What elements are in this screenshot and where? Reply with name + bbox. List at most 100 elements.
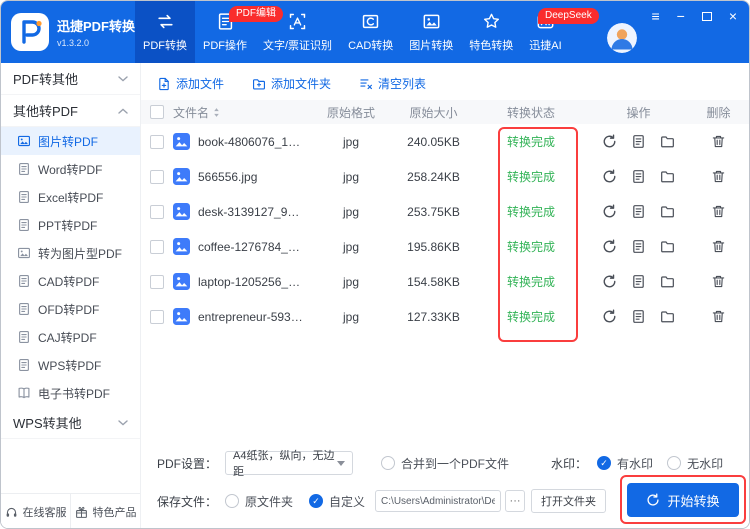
delete-icon[interactable]: [711, 169, 726, 184]
sidebar-item-to-image-pdf[interactable]: 转为图片型PDF: [1, 239, 140, 267]
convert-again-icon[interactable]: [602, 239, 617, 254]
sidebar-item-excel-to-pdf[interactable]: Excel转PDF: [1, 183, 140, 211]
tab-cad-convert[interactable]: CAD转换: [340, 1, 401, 63]
item-label: OFD转PDF: [38, 301, 99, 318]
sidebar-item-cad-to-pdf[interactable]: CAD转PDF: [1, 267, 140, 295]
select-all-checkbox[interactable]: [150, 105, 164, 119]
sidebar-item-ebook-to-pdf[interactable]: 电子书转PDF: [1, 379, 140, 407]
convert-again-icon[interactable]: [602, 134, 617, 149]
menu-icon[interactable]: ≡: [651, 9, 659, 23]
col-operation: 操作: [591, 104, 686, 121]
view-file-icon[interactable]: [631, 169, 646, 184]
row-checkbox[interactable]: [150, 310, 164, 324]
delete-icon[interactable]: [711, 309, 726, 324]
save-path-input[interactable]: [375, 490, 501, 512]
convert-again-icon[interactable]: [602, 274, 617, 289]
pdf-settings-row: PDF设置： A4纸张，纵向，无边距 合并到一个PDF文件 水印： ✓ 有水印 …: [157, 451, 723, 475]
watermark-label: 水印：: [551, 455, 587, 472]
item-label: Word转PDF: [38, 161, 102, 178]
tab-special-convert[interactable]: 特色转换: [461, 1, 521, 63]
maximize-button[interactable]: [702, 12, 712, 21]
convert-again-icon[interactable]: [602, 309, 617, 324]
row-checkbox[interactable]: [150, 135, 164, 149]
item-label: 转为图片型PDF: [38, 245, 122, 262]
clear-list-button[interactable]: 清空列表: [359, 75, 426, 92]
save-custom-radio[interactable]: ✓ 自定义: [309, 493, 365, 510]
view-file-icon[interactable]: [631, 204, 646, 219]
file-name: book-4806076_1280.jpg: [198, 135, 306, 149]
pdf-edit-badge: PDF编辑: [229, 6, 283, 22]
tab-label: CAD转换: [348, 37, 393, 53]
sidebar-item-image-to-pdf[interactable]: 图片转PDF: [1, 127, 140, 155]
add-file-button[interactable]: 添加文件: [157, 75, 224, 92]
convert-again-icon[interactable]: [602, 204, 617, 219]
view-file-icon[interactable]: [631, 239, 646, 254]
cad-icon: [361, 12, 380, 31]
footer-label: 在线客服: [23, 504, 67, 520]
row-checkbox[interactable]: [150, 240, 164, 254]
radio-unchecked-icon: [225, 494, 239, 508]
footer-label: 特色产品: [93, 504, 137, 520]
merge-pdf-radio[interactable]: 合并到一个PDF文件: [381, 455, 509, 472]
ofd-doc-icon: [17, 302, 31, 316]
open-folder-icon[interactable]: [660, 309, 675, 324]
window-controls: ≡ − ×: [651, 9, 737, 23]
sidebar-item-word-to-pdf[interactable]: Word转PDF: [1, 155, 140, 183]
delete-icon[interactable]: [711, 274, 726, 289]
watermark-yes-radio[interactable]: ✓ 有水印: [597, 455, 653, 472]
sort-icon[interactable]: [213, 107, 220, 118]
tab-pdf-convert[interactable]: PDF转换: [135, 1, 195, 63]
check-icon: ✓: [600, 459, 608, 468]
tab-label: 图片转换: [409, 37, 453, 53]
sidebar-section-pdf-to-other[interactable]: PDF转其他: [1, 63, 140, 95]
user-avatar[interactable]: [607, 23, 637, 53]
button-label: 清空列表: [378, 75, 426, 92]
delete-icon[interactable]: [711, 239, 726, 254]
view-file-icon[interactable]: [631, 134, 646, 149]
image-icon: [422, 12, 441, 31]
add-folder-button[interactable]: 添加文件夹: [252, 75, 331, 92]
file-size: 258.24KB: [396, 170, 471, 184]
close-button[interactable]: ×: [729, 9, 737, 23]
row-checkbox[interactable]: [150, 275, 164, 289]
tab-image-convert[interactable]: 图片转换: [401, 1, 461, 63]
sidebar-item-caj-to-pdf[interactable]: CAJ转PDF: [1, 323, 140, 351]
start-convert-button[interactable]: 开始转换: [627, 483, 739, 517]
page-setup-select[interactable]: A4纸张，纵向，无边距: [225, 451, 353, 475]
open-folder-button[interactable]: 打开文件夹: [531, 489, 606, 513]
open-folder-icon[interactable]: [660, 169, 675, 184]
sidebar-item-wps-to-pdf[interactable]: WPS转PDF: [1, 351, 140, 379]
sidebar-section-wps-to-other[interactable]: WPS转其他: [1, 407, 140, 439]
save-original-radio[interactable]: 原文件夹: [225, 493, 293, 510]
main-nav: PDF转换 PDF操作 文字/票证识别 CAD转换 图片转换 特色转换: [135, 1, 570, 63]
jpg-file-icon: [173, 203, 190, 220]
table-row: 566556.jpg jpg 258.24KB 转换完成: [141, 159, 750, 194]
sidebar-item-ofd-to-pdf[interactable]: OFD转PDF: [1, 295, 140, 323]
open-folder-icon[interactable]: [660, 239, 675, 254]
row-checkbox[interactable]: [150, 170, 164, 184]
minimize-button[interactable]: −: [677, 9, 685, 23]
refresh-icon: [646, 493, 660, 507]
chevron-down-icon: [118, 420, 128, 426]
delete-icon[interactable]: [711, 134, 726, 149]
watermark-no-radio[interactable]: 无水印: [667, 455, 723, 472]
delete-icon[interactable]: [711, 204, 726, 219]
sidebar-section-other-to-pdf[interactable]: 其他转PDF: [1, 95, 140, 127]
open-folder-icon[interactable]: [660, 204, 675, 219]
featured-products-button[interactable]: 特色产品: [70, 494, 140, 529]
view-file-icon[interactable]: [631, 274, 646, 289]
jpg-file-icon: [173, 273, 190, 290]
row-checkbox[interactable]: [150, 205, 164, 219]
view-file-icon[interactable]: [631, 309, 646, 324]
open-folder-icon[interactable]: [660, 134, 675, 149]
file-size: 154.58KB: [396, 275, 471, 289]
gift-icon: [75, 506, 88, 519]
online-service-button[interactable]: 在线客服: [1, 494, 70, 529]
open-folder-icon[interactable]: [660, 274, 675, 289]
tab-label: 特色转换: [469, 37, 513, 53]
conversion-status: 转换完成: [471, 133, 591, 150]
conversion-status: 转换完成: [471, 168, 591, 185]
convert-again-icon[interactable]: [602, 169, 617, 184]
sidebar-item-ppt-to-pdf[interactable]: PPT转PDF: [1, 211, 140, 239]
browse-path-button[interactable]: ···: [505, 490, 525, 512]
